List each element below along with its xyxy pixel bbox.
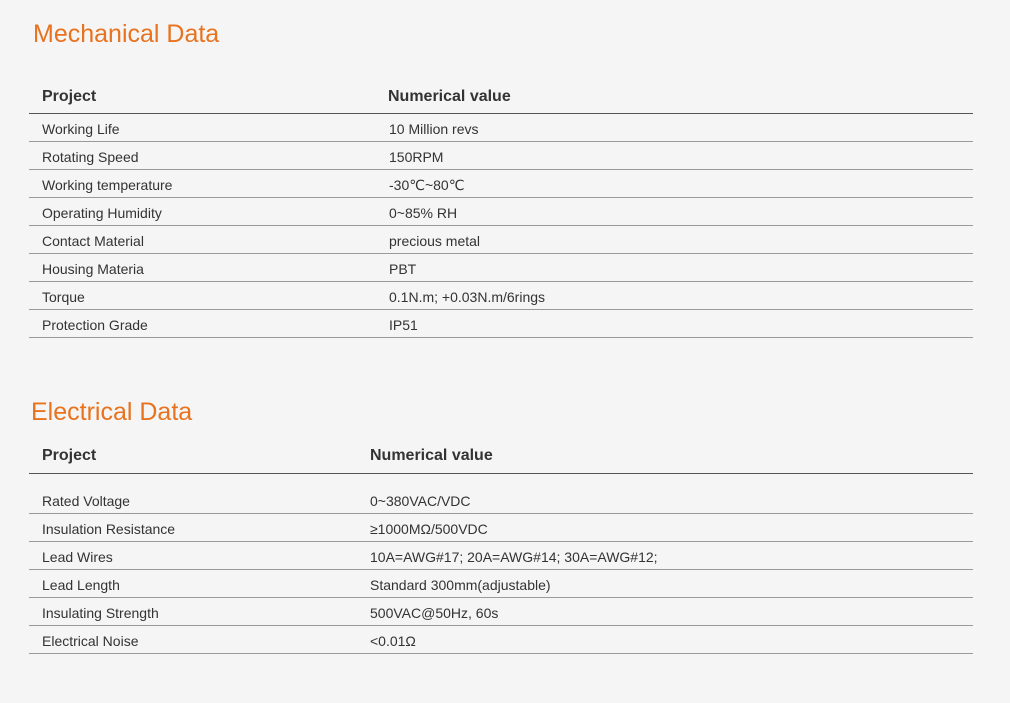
row-value: 10 Million revs xyxy=(389,121,479,137)
header-numerical-value: Numerical value xyxy=(370,447,493,464)
table-row: Contact Material precious metal xyxy=(29,226,973,254)
row-value: <0.01Ω xyxy=(370,633,416,649)
table-row: Working temperature -30℃~80℃ xyxy=(29,170,973,198)
row-project: Protection Grade xyxy=(42,317,148,333)
row-project: Rated Voltage xyxy=(42,493,130,509)
row-value: IP51 xyxy=(389,317,418,333)
row-value: 10A=AWG#17; 20A=AWG#14; 30A=AWG#12; xyxy=(370,549,658,565)
table-row: Lead Length Standard 300mm(adjustable) xyxy=(29,570,973,598)
row-value: Standard 300mm(adjustable) xyxy=(370,577,551,593)
header-numerical-value: Numerical value xyxy=(388,88,511,105)
row-project: Rotating Speed xyxy=(42,149,139,165)
row-value: 500VAC@50Hz, 60s xyxy=(370,605,499,621)
table-header-row: Project Numerical value xyxy=(29,80,973,114)
table-row: Housing Materia PBT xyxy=(29,254,973,282)
header-project: Project xyxy=(42,88,97,105)
row-project: Operating Humidity xyxy=(42,205,162,221)
row-value: PBT xyxy=(389,261,417,277)
row-project: Lead Wires xyxy=(42,549,113,565)
row-project: Housing Materia xyxy=(42,261,144,277)
header-spacer xyxy=(29,474,973,486)
row-value: 0~85% RH xyxy=(389,205,458,221)
table-row: Insulating Strength 500VAC@50Hz, 60s xyxy=(29,598,973,626)
mechanical-data-table: Project Numerical value Working Life 10 M… xyxy=(29,80,973,338)
row-project: Insulation Resistance xyxy=(42,521,176,537)
table-header-row: Project Numerical value xyxy=(29,441,973,474)
table-row: Electrical Noise <0.01Ω xyxy=(29,626,973,654)
row-value: 0.1N.m; +0.03N.m/6rings xyxy=(389,289,546,305)
table-row: Rated Voltage 0~380VAC/VDC xyxy=(29,486,973,514)
row-project: Lead Length xyxy=(42,577,120,593)
row-value: -30℃~80℃ xyxy=(389,177,465,193)
electrical-rows: Rated Voltage 0~380VAC/VDC Insulation Resi… xyxy=(29,486,973,654)
mechanical-data-title: Mechanical Data xyxy=(33,20,220,48)
electrical-data-title: Electrical Data xyxy=(31,398,193,426)
row-value: ≥1000MΩ/500VDC xyxy=(370,521,488,537)
table-row: Working Life 10 Million revs xyxy=(29,114,973,142)
row-project: Electrical Noise xyxy=(42,633,139,649)
table-row: Rotating Speed 150RPM xyxy=(29,142,973,170)
row-project: Working temperature xyxy=(42,177,173,193)
row-project: Torque xyxy=(42,289,85,305)
table-row: Torque 0.1N.m; +0.03N.m/6rings xyxy=(29,282,973,310)
table-row: Insulation Resistance ≥1000MΩ/500VDC xyxy=(29,514,973,542)
row-value: precious metal xyxy=(389,233,481,249)
row-value: 150RPM xyxy=(389,149,444,165)
row-project: Working Life xyxy=(42,121,120,137)
mechanical-rows: Working Life 10 Million revs Rotating Spee… xyxy=(29,114,973,338)
table-row: Protection Grade IP51 xyxy=(29,310,973,338)
table-row: Lead Wires 10A=AWG#17; 20A=AWG#14; 30A=AW… xyxy=(29,542,973,570)
row-project: Insulating Strength xyxy=(42,605,159,621)
row-value: 0~380VAC/VDC xyxy=(370,493,471,509)
electrical-data-table: Project Numerical value Rated Voltage 0~3… xyxy=(29,441,973,654)
row-project: Contact Material xyxy=(42,233,144,249)
table-row: Operating Humidity 0~85% RH xyxy=(29,198,973,226)
header-project: Project xyxy=(42,447,97,464)
